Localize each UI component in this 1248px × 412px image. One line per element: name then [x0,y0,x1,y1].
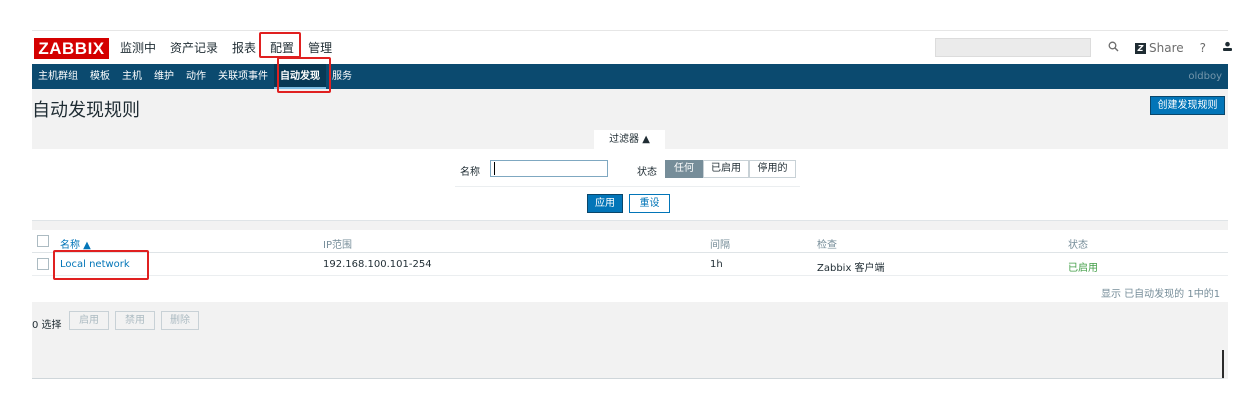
reset-button[interactable]: 重设 [629,194,670,213]
menu-administration[interactable]: 管理 [308,31,332,65]
user-icon[interactable] [1222,41,1233,55]
rule-checks: Zabbix 客户端 [817,263,885,274]
status-any[interactable]: 任何 [665,160,703,178]
help-icon[interactable]: ? [1200,41,1206,55]
col-interval-header: 间隔 [710,240,730,251]
nav-hosts[interactable]: 主机 [116,64,148,89]
zabbix-logo[interactable]: ZABBIX [34,38,109,59]
menu-monitoring[interactable]: 监测中 [120,31,156,65]
zabbix-share-icon: Z [1135,42,1146,54]
selected-count: 0 选择 [32,320,62,331]
disable-selected-button[interactable]: 禁用 [115,311,155,330]
create-discovery-rule-button[interactable]: 创建发现规则 [1150,96,1225,115]
rule-ip-range: 192.168.100.101-254 [323,259,432,270]
main-menu: 监测中 资产记录 报表 配置 管理 [120,31,346,65]
rule-interval: 1h [710,259,723,270]
search-input[interactable] [935,38,1091,57]
apply-button[interactable]: 应用 [587,194,623,213]
select-all-checkbox[interactable] [37,235,49,247]
scrollbar[interactable] [1222,350,1224,379]
sub-navbar: 主机群组 模板 主机 维护 动作 关联项事件 自动发现 服务 oldboy [32,64,1228,89]
table-footer-count: 显示 已自动发现的 1中的1 [1101,289,1221,300]
col-status-header: 状态 [1068,240,1088,251]
nav-maintenance[interactable]: 维护 [148,64,180,89]
menu-inventory[interactable]: 资产记录 [170,31,218,65]
nav-actions[interactable]: 动作 [180,64,212,89]
filter-name-label: 名称 [460,167,480,178]
nav-templates[interactable]: 模板 [84,64,116,89]
text-caret [494,162,495,175]
page-title: 自动发现规则 [32,100,140,121]
col-checks-header: 检查 [817,240,837,251]
sub-menu: 主机群组 模板 主机 维护 动作 关联项事件 自动发现 服务 [32,64,358,89]
rule-name-link[interactable]: Local network [60,259,130,270]
col-name-header[interactable]: 名称 ▲ [60,236,91,251]
menu-configuration[interactable]: 配置 [270,40,295,58]
filter-divider [455,186,800,187]
row-divider [32,275,1228,276]
header-tools: Z Share ? [1092,31,1248,65]
username: oldboy [1188,71,1222,82]
top-header: ZABBIX 监测中 资产记录 报表 配置 管理 Z Share ? [32,30,1233,65]
share-button[interactable]: Z Share [1135,41,1184,55]
nav-host-groups[interactable]: 主机群组 [32,64,84,89]
filter-status-label: 状态 [637,167,657,178]
nav-discovery[interactable]: 自动发现 [274,64,326,89]
nav-event-correlation[interactable]: 关联项事件 [212,64,274,89]
status-disabled[interactable]: 停用的 [749,160,796,178]
menu-reports[interactable]: 报表 [232,31,256,65]
enable-selected-button[interactable]: 启用 [69,311,109,330]
col-ip-range-header: IP范围 [323,240,352,251]
share-label: Share [1149,41,1184,55]
rule-status[interactable]: 已启用 [1068,259,1098,274]
delete-selected-button[interactable]: 删除 [161,311,199,330]
nav-services[interactable]: 服务 [326,64,358,89]
bottom-divider [32,378,1224,379]
row-checkbox[interactable] [37,258,49,270]
filter-name-input[interactable] [490,160,608,177]
search-icon[interactable] [1108,41,1119,55]
filter-tab[interactable]: 过滤器 ▲ [594,130,665,149]
status-enabled[interactable]: 已启用 [703,160,749,178]
table-header-divider [32,252,1228,253]
discovery-rules-table [32,230,1228,302]
